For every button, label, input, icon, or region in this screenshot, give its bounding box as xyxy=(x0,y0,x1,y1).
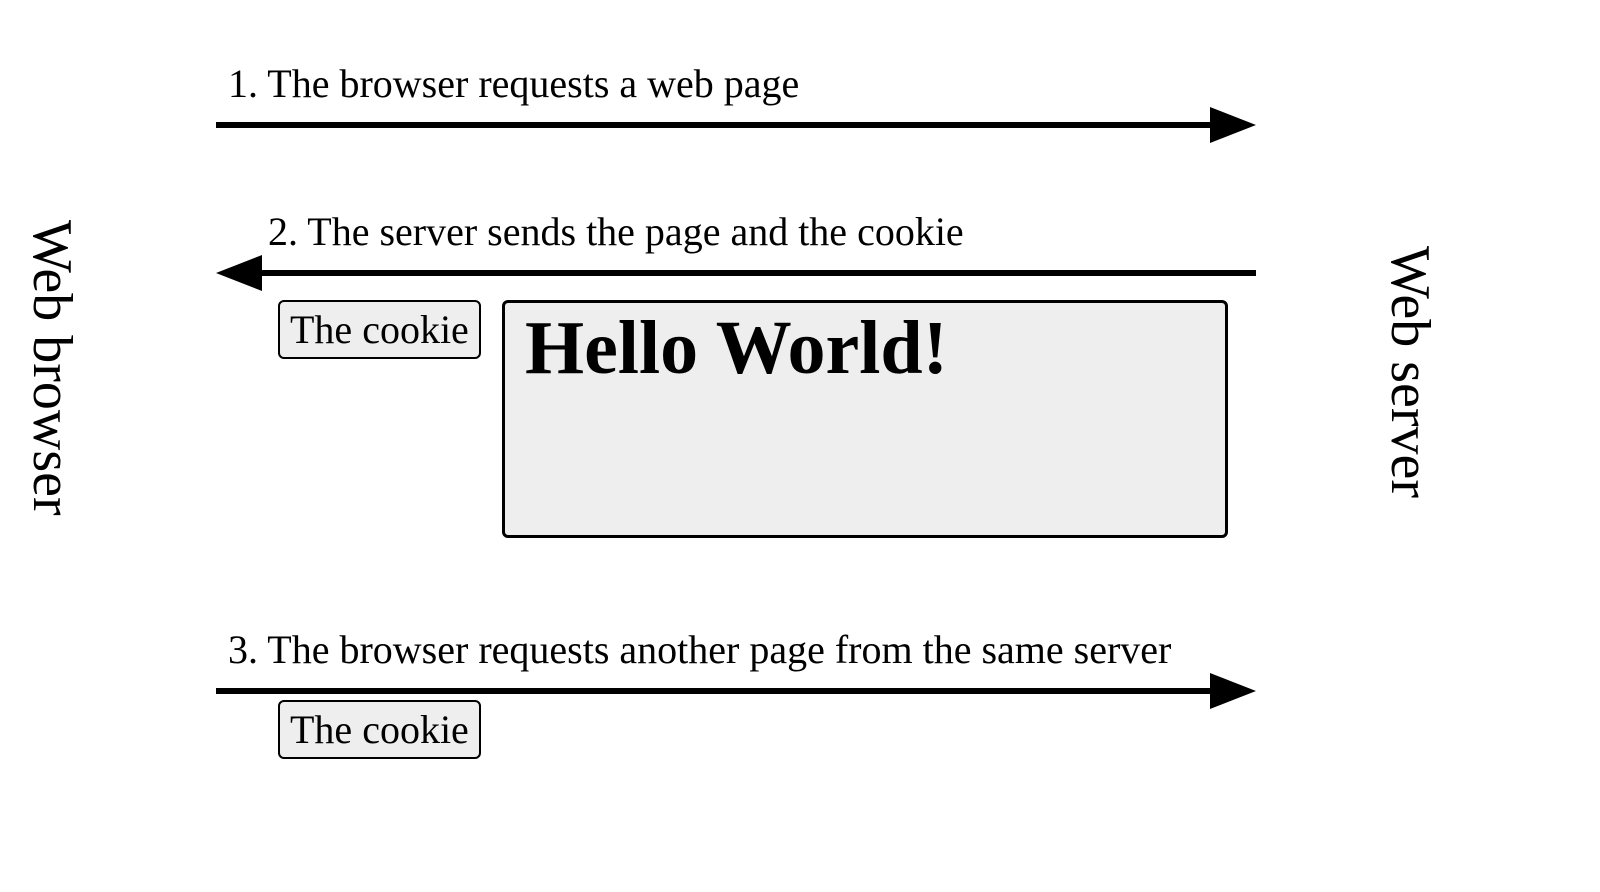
arrow-step2: 2. The server sends the page and the coo… xyxy=(216,208,1256,291)
arrowhead-left-icon xyxy=(216,255,262,291)
arrow-step1: 1. The browser requests a web page xyxy=(216,60,1256,143)
arrowhead-right-icon xyxy=(1210,673,1256,709)
label-web-browser: Web browser xyxy=(20,220,84,516)
cookie-box-step2: The cookie xyxy=(278,300,481,359)
arrowhead-right-icon xyxy=(1210,107,1256,143)
page-content: Hello World! xyxy=(505,303,1225,392)
label-step3: 3. The browser requests another page fro… xyxy=(228,626,1256,673)
label-step2: 2. The server sends the page and the coo… xyxy=(268,208,1256,255)
cookie-box-step3: The cookie xyxy=(278,700,481,759)
label-web-server: Web server xyxy=(1378,246,1442,498)
arrow-step3: 3. The browser requests another page fro… xyxy=(216,626,1256,709)
label-step1: 1. The browser requests a web page xyxy=(228,60,1256,107)
page-box: Hello World! xyxy=(502,300,1228,538)
